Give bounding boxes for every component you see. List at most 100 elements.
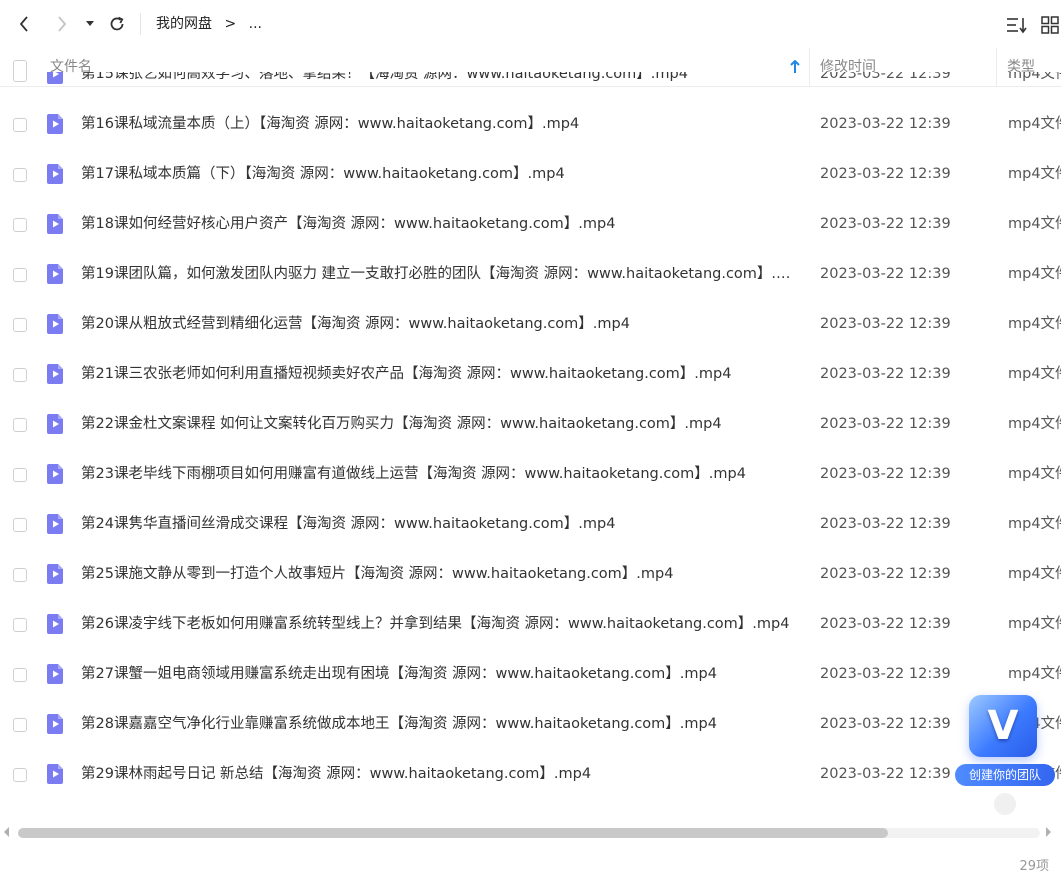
file-modified-time: 2023-03-22 12:39 bbox=[820, 72, 951, 82]
file-type: mp4文件 bbox=[1008, 266, 1061, 282]
row-checkbox[interactable] bbox=[13, 268, 27, 282]
file-type: mp4文件 bbox=[1008, 466, 1061, 482]
file-list: 第15课张艺如何高效学习、落地、拿结果！【海淘资 源网：www.haitaoke… bbox=[0, 72, 1061, 822]
file-type: mp4文件 bbox=[1008, 116, 1061, 132]
file-modified-time: 2023-03-22 12:39 bbox=[820, 216, 951, 232]
forward-button[interactable] bbox=[50, 12, 74, 36]
file-modified-time: 2023-03-22 12:39 bbox=[820, 366, 951, 382]
item-count: 29项 bbox=[1019, 859, 1049, 874]
scroll-right-arrow[interactable] bbox=[1046, 827, 1051, 837]
row-checkbox[interactable] bbox=[13, 468, 27, 482]
file-name[interactable]: 第18课如何经营好核心用户资产【海淘资 源网：www.haitaoketang.… bbox=[81, 213, 793, 235]
file-modified-time: 2023-03-22 12:39 bbox=[820, 616, 951, 632]
file-name[interactable]: 第24课隽华直播间丝滑成交课程【海淘资 源网：www.haitaoketang.… bbox=[81, 513, 793, 535]
promo-label[interactable]: 创建你的团队 bbox=[955, 764, 1055, 786]
video-file-icon bbox=[47, 664, 63, 684]
file-name[interactable]: 第21课三农张老师如何利用直播短视频卖好农产品【海淘资 源网：www.haita… bbox=[81, 363, 793, 385]
row-checkbox[interactable] bbox=[13, 718, 27, 732]
file-row[interactable]: 第22课金杜文案课程 如何让文案转化百万购买力【海淘资 源网：www.haita… bbox=[0, 398, 1061, 448]
file-name[interactable]: 第25课施文静从零到一打造个人故事短片【海淘资 源网：www.haitaoket… bbox=[81, 563, 793, 585]
grid-view-button[interactable] bbox=[1039, 13, 1061, 37]
floating-circle-button[interactable] bbox=[994, 793, 1016, 815]
file-name[interactable]: 第23课老毕线下雨棚项目如何用赚富有道做线上运营【海淘资 源网：www.hait… bbox=[81, 463, 793, 485]
file-name[interactable]: 第29课林雨起号日记 新总结【海淘资 源网：www.haitaoketang.c… bbox=[81, 763, 793, 785]
file-type: mp4文件 bbox=[1008, 316, 1061, 332]
file-row[interactable]: 第17课私域本质篇（下）【海淘资 源网：www.haitaoketang.com… bbox=[0, 148, 1061, 198]
file-name[interactable]: 第20课从粗放式经营到精细化运营【海淘资 源网：www.haitaoketang… bbox=[81, 313, 793, 335]
breadcrumb-ellipsis[interactable]: ... bbox=[249, 16, 262, 32]
file-modified-time: 2023-03-22 12:39 bbox=[820, 666, 951, 682]
video-file-icon bbox=[47, 764, 63, 784]
breadcrumb-root[interactable]: 我的网盘 bbox=[156, 16, 212, 32]
file-name[interactable]: 第27课蟹一姐电商领域用赚富系统走出现有困境【海淘资 源网：www.haitao… bbox=[81, 663, 793, 685]
file-name[interactable]: 第22课金杜文案课程 如何让文案转化百万购买力【海淘资 源网：www.haita… bbox=[81, 413, 793, 435]
file-row[interactable]: 第21课三农张老师如何利用直播短视频卖好农产品【海淘资 源网：www.haita… bbox=[0, 348, 1061, 398]
row-checkbox[interactable] bbox=[13, 218, 27, 232]
video-file-icon bbox=[47, 614, 63, 634]
breadcrumb-separator: > bbox=[224, 16, 237, 32]
chevron-left-icon bbox=[19, 16, 28, 32]
file-type: mp4文件 bbox=[1008, 666, 1061, 682]
video-file-icon bbox=[47, 264, 63, 284]
file-row[interactable]: 第25课施文静从零到一打造个人故事短片【海淘资 源网：www.haitaoket… bbox=[0, 548, 1061, 598]
refresh-icon bbox=[110, 16, 124, 31]
video-file-icon bbox=[47, 564, 63, 584]
file-row[interactable]: 第29课林雨起号日记 新总结【海淘资 源网：www.haitaoketang.c… bbox=[0, 748, 1061, 798]
row-checkbox[interactable] bbox=[13, 168, 27, 182]
row-checkbox[interactable] bbox=[13, 768, 27, 782]
file-type: mp4文件 bbox=[1008, 516, 1061, 532]
back-button[interactable] bbox=[12, 12, 36, 36]
file-name[interactable]: 第16课私域流量本质（上）【海淘资 源网：www.haitaoketang.co… bbox=[81, 113, 793, 135]
caret-down-icon bbox=[86, 21, 94, 26]
row-checkbox[interactable] bbox=[13, 368, 27, 382]
row-checkbox[interactable] bbox=[13, 668, 27, 682]
file-row[interactable]: 第15课张艺如何高效学习、落地、拿结果！【海淘资 源网：www.haitaoke… bbox=[0, 72, 1061, 98]
video-file-icon bbox=[47, 464, 63, 484]
sort-icon bbox=[1007, 18, 1027, 34]
horizontal-scrollbar[interactable] bbox=[0, 824, 1061, 842]
row-checkbox[interactable] bbox=[13, 568, 27, 582]
file-modified-time: 2023-03-22 12:39 bbox=[820, 316, 951, 332]
file-name[interactable]: 第17课私域本质篇（下）【海淘资 源网：www.haitaoketang.com… bbox=[81, 163, 793, 185]
refresh-button[interactable] bbox=[105, 12, 129, 36]
history-dropdown-button[interactable] bbox=[82, 14, 98, 34]
video-file-icon bbox=[47, 214, 63, 234]
scroll-left-arrow[interactable] bbox=[4, 827, 9, 837]
video-file-icon bbox=[47, 414, 63, 434]
row-checkbox[interactable] bbox=[13, 518, 27, 532]
file-name[interactable]: 第19课团队篇，如何激发团队内驱力 建立一支敢打必胜的团队【海淘资 源网：www… bbox=[81, 263, 793, 285]
file-row[interactable]: 第19课团队篇，如何激发团队内驱力 建立一支敢打必胜的团队【海淘资 源网：www… bbox=[0, 248, 1061, 298]
row-checkbox[interactable] bbox=[13, 118, 27, 132]
file-row[interactable]: 第18课如何经营好核心用户资产【海淘资 源网：www.haitaoketang.… bbox=[0, 198, 1061, 248]
file-row[interactable]: 第24课隽华直播间丝滑成交课程【海淘资 源网：www.haitaoketang.… bbox=[0, 498, 1061, 548]
video-file-icon bbox=[47, 364, 63, 384]
file-type: mp4文件 bbox=[1008, 566, 1061, 582]
file-name[interactable]: 第28课嘉嘉空气净化行业靠赚富系统做成本地王【海淘资 源网：www.haitao… bbox=[81, 713, 793, 735]
row-checkbox[interactable] bbox=[13, 318, 27, 332]
file-type: mp4文件 bbox=[1008, 366, 1061, 382]
file-row[interactable]: 第28课嘉嘉空气净化行业靠赚富系统做成本地王【海淘资 源网：www.haitao… bbox=[0, 698, 1061, 748]
file-name[interactable]: 第26课凌宇线下老板如何用赚富系统转型线上？并拿到结果【海淘资 源网：www.h… bbox=[81, 613, 793, 635]
grid-view-icon bbox=[1041, 16, 1059, 34]
file-modified-time: 2023-03-22 12:39 bbox=[820, 266, 951, 282]
scroll-thumb[interactable] bbox=[18, 828, 888, 838]
row-checkbox[interactable] bbox=[13, 418, 27, 432]
file-name[interactable]: 第15课张艺如何高效学习、落地、拿结果！【海淘资 源网：www.haitaoke… bbox=[81, 72, 793, 85]
file-type: mp4文件 bbox=[1008, 616, 1061, 632]
create-team-promo[interactable]: V 创建你的团队 bbox=[955, 695, 1055, 790]
file-modified-time: 2023-03-22 12:39 bbox=[820, 516, 951, 532]
file-row[interactable]: 第16课私域流量本质（上）【海淘资 源网：www.haitaoketang.co… bbox=[0, 98, 1061, 148]
file-row[interactable]: 第23课老毕线下雨棚项目如何用赚富有道做线上运营【海淘资 源网：www.hait… bbox=[0, 448, 1061, 498]
video-file-icon bbox=[47, 714, 63, 734]
row-checkbox[interactable] bbox=[13, 72, 27, 82]
file-modified-time: 2023-03-22 12:39 bbox=[820, 416, 951, 432]
video-file-icon bbox=[47, 72, 63, 84]
file-row[interactable]: 第20课从粗放式经营到精细化运营【海淘资 源网：www.haitaoketang… bbox=[0, 298, 1061, 348]
row-checkbox[interactable] bbox=[13, 618, 27, 632]
file-row[interactable]: 第26课凌宇线下老板如何用赚富系统转型线上？并拿到结果【海淘资 源网：www.h… bbox=[0, 598, 1061, 648]
video-file-icon bbox=[47, 114, 63, 134]
file-type: mp4文件 bbox=[1008, 166, 1061, 182]
file-row[interactable]: 第27课蟹一姐电商领域用赚富系统走出现有困境【海淘资 源网：www.haitao… bbox=[0, 648, 1061, 698]
sort-button[interactable] bbox=[1005, 13, 1029, 37]
file-type: mp4文件 bbox=[1008, 416, 1061, 432]
